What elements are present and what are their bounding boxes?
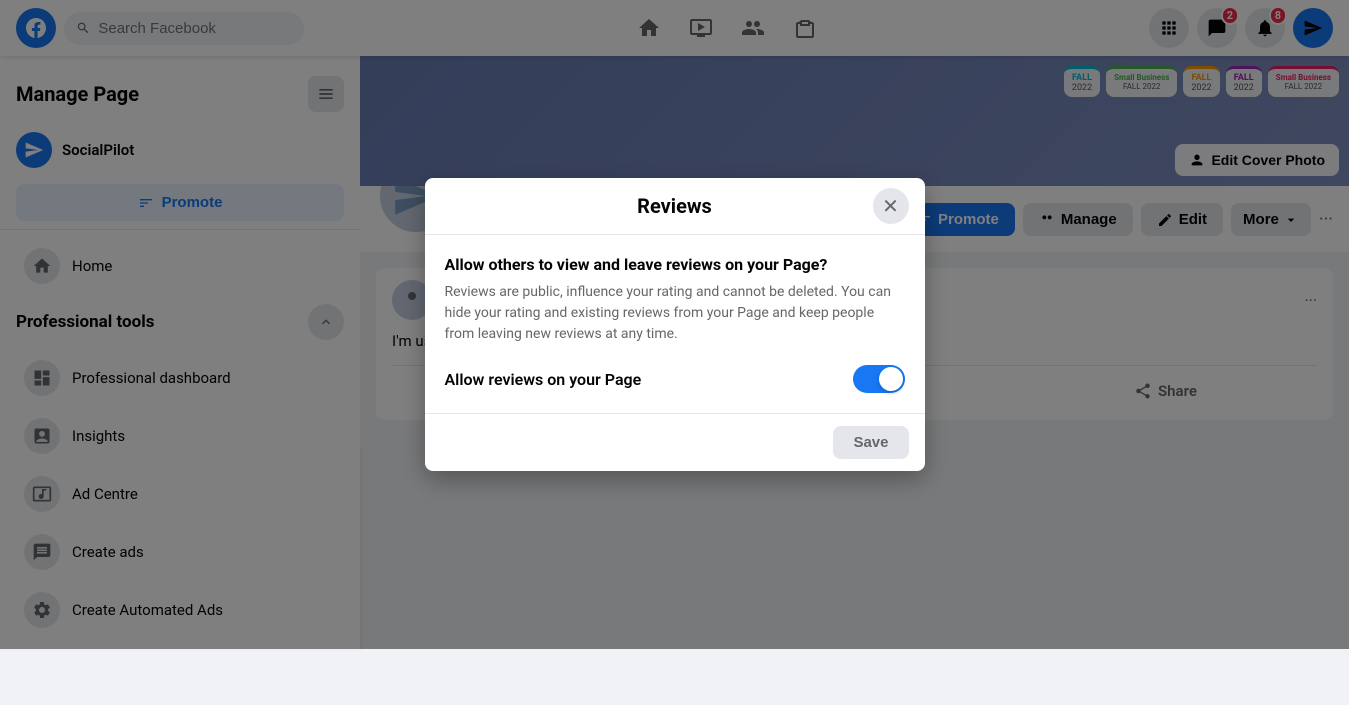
modal-toggle-label: Allow reviews on your Page [445,370,642,389]
toggle-knob [879,367,903,391]
modal-body: Allow others to view and leave reviews o… [425,235,925,414]
modal-overlay: Reviews ✕ Allow others to view and leave… [0,0,1349,649]
modal-close-btn[interactable]: ✕ [873,188,909,224]
modal-title: Reviews [637,194,712,218]
modal-toggle-row: Allow reviews on your Page [445,365,905,393]
modal-question: Allow others to view and leave reviews o… [445,255,905,274]
reviews-modal: Reviews ✕ Allow others to view and leave… [425,178,925,471]
allow-reviews-toggle[interactable] [853,365,905,393]
modal-header: Reviews ✕ [425,178,925,235]
modal-description: Reviews are public, influence your ratin… [445,282,905,345]
save-btn[interactable]: Save [833,426,908,459]
modal-footer: Save [425,414,925,471]
